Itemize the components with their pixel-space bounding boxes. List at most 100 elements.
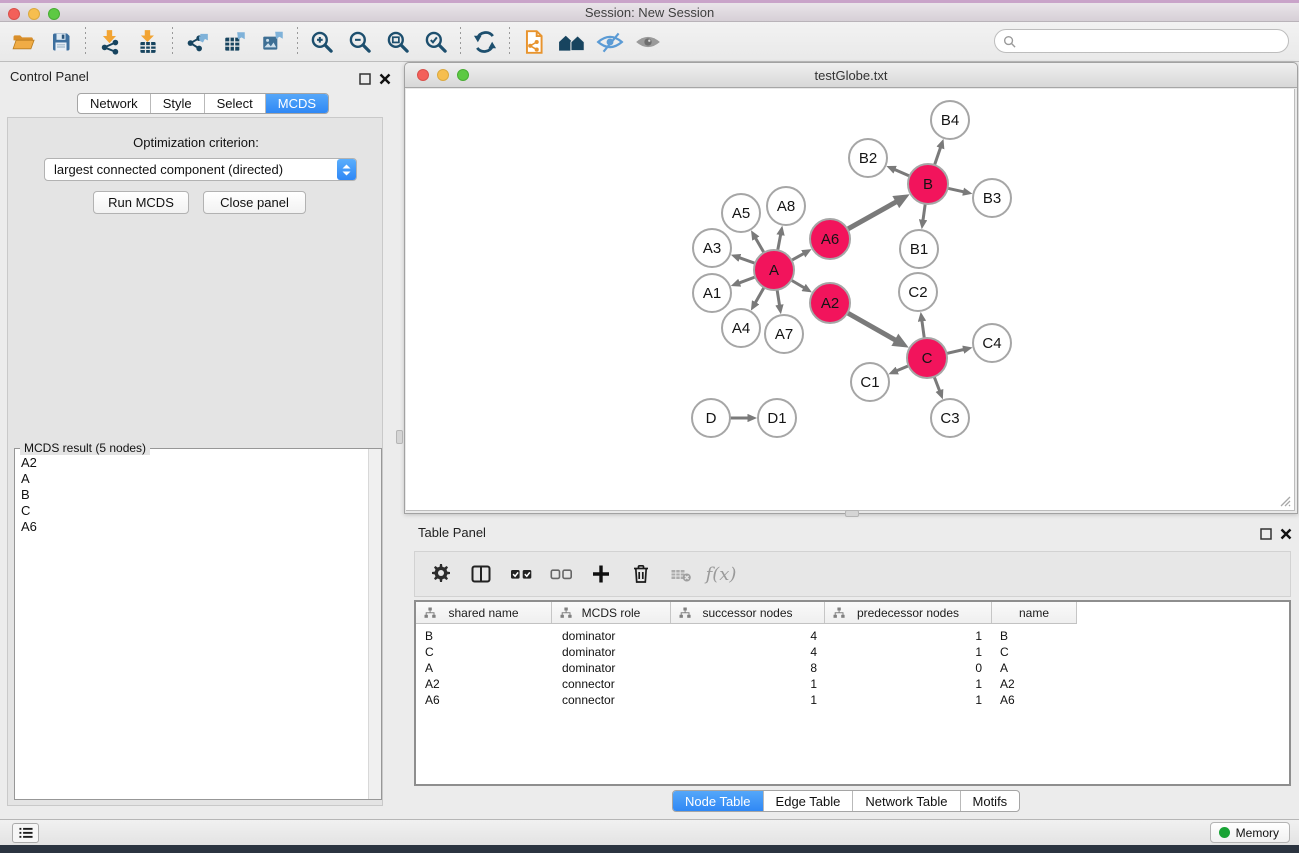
cell-mcds_role[interactable]: dominator xyxy=(552,645,671,661)
tab-select[interactable]: Select xyxy=(205,94,266,113)
cell-successor_nodes[interactable]: 1 xyxy=(671,693,825,709)
save-session-button[interactable] xyxy=(42,26,80,58)
export-image-button[interactable] xyxy=(254,26,292,58)
select-all-rows-button[interactable] xyxy=(503,557,539,591)
zoom-out-button[interactable] xyxy=(341,26,379,58)
tab-mcds[interactable]: MCDS xyxy=(266,94,328,113)
cell-name[interactable]: A xyxy=(992,661,1077,677)
cell-name[interactable]: A6 xyxy=(992,693,1077,709)
graph-node-C4[interactable]: C4 xyxy=(973,324,1011,362)
mcds-result-item[interactable]: A6 xyxy=(21,519,367,535)
tab-style[interactable]: Style xyxy=(151,94,205,113)
delete-columns-button[interactable] xyxy=(623,557,659,591)
mcds-result-item[interactable]: C xyxy=(21,503,367,519)
graph-node-C3[interactable]: C3 xyxy=(931,399,969,437)
cell-name[interactable]: C xyxy=(992,645,1077,661)
zoom-fit-button[interactable] xyxy=(379,26,417,58)
cell-predecessor_nodes[interactable]: 1 xyxy=(825,629,992,645)
tab-motifs[interactable]: Motifs xyxy=(961,791,1020,811)
cell-name[interactable]: B xyxy=(992,629,1077,645)
new-session-from-network-button[interactable] xyxy=(515,26,553,58)
cell-shared_name[interactable]: C xyxy=(416,645,552,661)
float-panel-icon[interactable] xyxy=(358,72,371,85)
cell-successor_nodes[interactable]: 8 xyxy=(671,661,825,677)
graph-edge-A6-B[interactable] xyxy=(846,202,897,231)
close-panel-button[interactable]: Close panel xyxy=(203,191,306,214)
graph-node-C[interactable]: C xyxy=(907,338,947,378)
deselect-all-rows-button[interactable] xyxy=(543,557,579,591)
tab-node-table[interactable]: Node Table xyxy=(673,791,764,811)
network-canvas[interactable]: B4B2BB3A8A5A6A3B1AA1C2A2A4A7C4CC1C3DD1 xyxy=(406,89,1295,511)
graph-node-B2[interactable]: B2 xyxy=(849,139,887,177)
split-view-button[interactable] xyxy=(463,557,499,591)
cell-name[interactable]: A2 xyxy=(992,677,1077,693)
tab-network[interactable]: Network xyxy=(78,94,151,113)
criterion-select[interactable]: largest connected component (directed) xyxy=(44,158,357,181)
column-header-shared-name[interactable]: shared name xyxy=(416,602,552,623)
mcds-result-item[interactable]: A xyxy=(21,471,367,487)
graph-node-B4[interactable]: B4 xyxy=(931,101,969,139)
cell-successor_nodes[interactable]: 1 xyxy=(671,677,825,693)
column-header-MCDS-role[interactable]: MCDS role xyxy=(552,602,671,623)
memory-button[interactable]: Memory xyxy=(1210,822,1290,843)
result-scrollbar[interactable] xyxy=(368,449,381,799)
table-row[interactable]: Cdominator41C xyxy=(416,645,1289,661)
cell-predecessor_nodes[interactable]: 1 xyxy=(825,645,992,661)
tab-edge-table[interactable]: Edge Table xyxy=(764,791,854,811)
home-button[interactable] xyxy=(553,26,591,58)
cell-mcds_role[interactable]: dominator xyxy=(552,661,671,677)
float-panel-icon[interactable] xyxy=(1259,527,1272,540)
tab-network-table[interactable]: Network Table xyxy=(853,791,960,811)
graph-node-B3[interactable]: B3 xyxy=(973,179,1011,217)
mcds-result-item[interactable]: B xyxy=(21,487,367,503)
column-header-predecessor-nodes[interactable]: predecessor nodes xyxy=(825,602,992,623)
horizontal-splitter-handle[interactable] xyxy=(845,510,859,517)
cell-shared_name[interactable]: A6 xyxy=(416,693,552,709)
table-row[interactable]: Adominator80A xyxy=(416,661,1289,677)
table-row[interactable]: A6connector11A6 xyxy=(416,693,1289,709)
graph-node-C2[interactable]: C2 xyxy=(899,273,937,311)
cell-mcds_role[interactable]: connector xyxy=(552,693,671,709)
hide-graphics-details-button[interactable] xyxy=(591,26,629,58)
table-row[interactable]: Bdominator41B xyxy=(416,629,1289,645)
close-panel-icon[interactable] xyxy=(1279,527,1292,540)
cell-successor_nodes[interactable]: 4 xyxy=(671,645,825,661)
graph-node-A6[interactable]: A6 xyxy=(810,219,850,259)
network-window-titlebar[interactable]: testGlobe.txt xyxy=(405,63,1297,88)
open-session-button[interactable] xyxy=(4,26,42,58)
refresh-button[interactable] xyxy=(466,26,504,58)
graph-edge-A2-C[interactable] xyxy=(846,312,896,340)
cell-predecessor_nodes[interactable]: 1 xyxy=(825,677,992,693)
graph-node-A[interactable]: A xyxy=(754,250,794,290)
cell-shared_name[interactable]: B xyxy=(416,629,552,645)
graph-node-D1[interactable]: D1 xyxy=(758,399,796,437)
add-column-button[interactable] xyxy=(583,557,619,591)
graph-node-A2[interactable]: A2 xyxy=(810,283,850,323)
cell-mcds_role[interactable]: dominator xyxy=(552,629,671,645)
graph-node-D[interactable]: D xyxy=(692,399,730,437)
import-table-button[interactable] xyxy=(129,26,167,58)
graph-node-A5[interactable]: A5 xyxy=(722,194,760,232)
export-network-button[interactable] xyxy=(178,26,216,58)
graph-node-B[interactable]: B xyxy=(908,164,948,204)
graph-edge-B-B4[interactable] xyxy=(934,147,941,167)
graph-node-B1[interactable]: B1 xyxy=(900,230,938,268)
graph-node-A8[interactable]: A8 xyxy=(767,187,805,225)
export-table-button[interactable] xyxy=(216,26,254,58)
cell-predecessor_nodes[interactable]: 1 xyxy=(825,693,992,709)
mcds-result-item[interactable]: A2 xyxy=(21,455,367,471)
table-row[interactable]: A2connector11A2 xyxy=(416,677,1289,693)
search-field[interactable] xyxy=(994,29,1289,53)
vertical-splitter-handle[interactable] xyxy=(396,430,403,444)
cell-shared_name[interactable]: A xyxy=(416,661,552,677)
cell-mcds_role[interactable]: connector xyxy=(552,677,671,693)
zoom-selected-button[interactable] xyxy=(417,26,455,58)
graph-node-A7[interactable]: A7 xyxy=(765,315,803,353)
graph-node-A4[interactable]: A4 xyxy=(722,309,760,347)
search-input[interactable] xyxy=(1021,34,1288,49)
import-network-button[interactable] xyxy=(91,26,129,58)
graph-node-C1[interactable]: C1 xyxy=(851,363,889,401)
graph-node-A3[interactable]: A3 xyxy=(693,229,731,267)
close-panel-icon[interactable] xyxy=(378,72,391,85)
task-history-button[interactable] xyxy=(12,823,39,843)
